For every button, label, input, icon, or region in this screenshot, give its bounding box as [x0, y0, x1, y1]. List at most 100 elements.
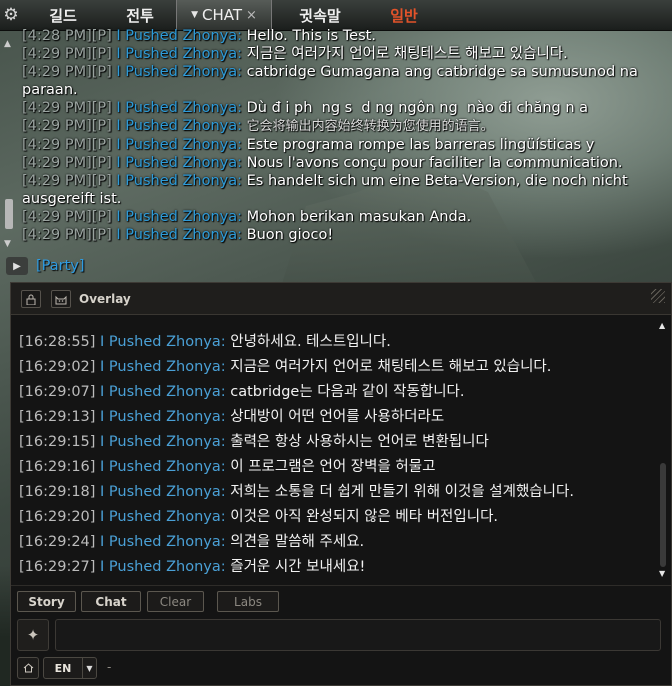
- party-channel[interactable]: ▶ [Party]: [6, 257, 85, 275]
- timestamp: [4:29 PM]: [22, 118, 92, 134]
- resize-grip-icon[interactable]: [651, 289, 665, 303]
- sender-name: I Pushed Zhonya:: [100, 409, 226, 425]
- game-chat-line: [4:29 PM][P] I Pushed Zhonya: Mohon beri…: [22, 208, 670, 226]
- message-text: 이것은 아직 완성되지 않은 베타 버전입니다.: [230, 509, 499, 525]
- game-chat-line: [4:29 PM][P] I Pushed Zhonya: Nous l'avo…: [22, 154, 670, 172]
- message-text: 의견을 말씀해 주세요.: [230, 534, 365, 550]
- timestamp: [4:29 PM]: [22, 100, 92, 116]
- message-text: Dù đ i ph ng s d ng ngôn ng nào đi chăng…: [246, 100, 589, 116]
- lock-icon[interactable]: [21, 290, 41, 308]
- tab-battle[interactable]: 전투: [104, 0, 176, 30]
- sender-name: I Pushed Zhonya:: [116, 46, 243, 62]
- game-chat-line: [4:29 PM][P] I Pushed Zhonya: Este progr…: [22, 136, 670, 154]
- chevron-down-icon[interactable]: ▼: [82, 658, 96, 678]
- overlay-message: [16:29:02] I Pushed Zhonya: 지금은 여러가지 언어로…: [19, 355, 551, 376]
- overlay-message: [16:28:55] I Pushed Zhonya: 안녕하세요. 테스트입니…: [19, 330, 391, 351]
- message-text: Nous l'avons conçu pour faciliter la com…: [246, 155, 623, 171]
- channel-tag: [P]: [91, 46, 112, 62]
- game-chat-scrollbar[interactable]: ▲ ▼: [3, 39, 15, 251]
- game-chat-line: [4:29 PM][P] I Pushed Zhonya: Buon gioco…: [22, 226, 670, 244]
- chevron-down-icon[interactable]: ▼: [191, 10, 198, 20]
- message-text: Este programa rompe las barreras lingüís…: [246, 137, 595, 153]
- timestamp: [16:29:13]: [19, 409, 96, 425]
- story-button[interactable]: Story: [17, 591, 76, 612]
- channel-tag: [P]: [91, 227, 112, 243]
- channel-tag: [P]: [91, 100, 112, 116]
- message-text: 지금은 여러가지 언어로 채팅테스트 해보고 있습니다.: [230, 359, 552, 375]
- overlay-message: [16:29:16] I Pushed Zhonya: 이 프로그램은 언어 장…: [19, 455, 435, 476]
- message-input[interactable]: [55, 619, 661, 651]
- sender-name: I Pushed Zhonya:: [100, 509, 226, 525]
- scroll-down-icon[interactable]: ▼: [659, 569, 665, 578]
- scroll-thumb[interactable]: [5, 199, 13, 229]
- scroll-up-icon[interactable]: ▲: [659, 321, 665, 330]
- labs-button[interactable]: Labs: [217, 591, 279, 612]
- channel-tag: [P]: [91, 209, 112, 225]
- sender-name: I Pushed Zhonya:: [116, 155, 243, 171]
- tab-battle-label: 전투: [126, 6, 154, 25]
- timestamp: [4:29 PM]: [22, 173, 92, 189]
- timestamp: [4:29 PM]: [22, 46, 92, 62]
- overlay-message-list: [16:28:55] I Pushed Zhonya: 안녕하세요. 테스트입니…: [11, 316, 659, 576]
- clear-button[interactable]: Clear: [147, 591, 204, 612]
- scroll-down-icon[interactable]: ▼: [4, 239, 11, 249]
- overlay-message: [16:29:18] I Pushed Zhonya: 저희는 소통을 더 쉽게…: [19, 480, 574, 501]
- sender-name: I Pushed Zhonya:: [116, 137, 243, 153]
- home-icon[interactable]: [17, 657, 39, 679]
- message-text: 상대방이 어떤 언어를 사용하더라도: [230, 409, 445, 425]
- game-chat-log[interactable]: ▲ ▼ [4:28 PM][P] I Pushed Zhonya: Hello.…: [0, 28, 672, 281]
- cat-icon[interactable]: [51, 290, 71, 308]
- overlay-message: [16:29:13] I Pushed Zhonya: 상대방이 어떤 언어를 …: [19, 405, 444, 426]
- sender-name: I Pushed Zhonya:: [100, 484, 226, 500]
- timestamp: [4:29 PM]: [22, 227, 92, 243]
- overlay-message: [16:29:27] I Pushed Zhonya: 즐거운 시간 보내세요!: [19, 555, 365, 576]
- timestamp: [16:29:16]: [19, 459, 96, 475]
- sender-name: I Pushed Zhonya:: [100, 359, 226, 375]
- timestamp: [16:28:55]: [19, 334, 96, 350]
- timestamp: [16:29:02]: [19, 359, 96, 375]
- overlay-message: [16:29:15] I Pushed Zhonya: 출력은 항상 사용하시는…: [19, 430, 489, 451]
- tab-general-label: 일반: [390, 6, 418, 25]
- sender-name: I Pushed Zhonya:: [100, 334, 226, 350]
- sparkle-icon[interactable]: ✦: [17, 619, 49, 651]
- overlay-footer: EN ▼ -: [17, 657, 657, 679]
- overlay-scroll-thumb[interactable]: [660, 463, 666, 567]
- tab-guild-label: 길드: [49, 6, 77, 25]
- game-chat-line: [4:28 PM][P] I Pushed Zhonya: Hello. Thi…: [22, 27, 670, 45]
- tab-chat-label: CHAT: [202, 6, 243, 24]
- game-chat-line: [4:29 PM][P] I Pushed Zhonya: 지금은 여러가지 언…: [22, 45, 670, 63]
- timestamp: [16:29:07]: [19, 384, 96, 400]
- message-text: 它会将输出内容始终转换为您使用的语言。: [246, 119, 494, 134]
- timestamp: [4:29 PM]: [22, 209, 92, 225]
- channel-tag: [P]: [91, 28, 112, 44]
- timestamp: [4:29 PM]: [22, 64, 92, 80]
- message-text: 지금은 여러가지 언어로 채팅테스트 해보고 있습니다.: [246, 46, 568, 62]
- tab-general[interactable]: 일반: [368, 0, 440, 30]
- channel-tag: [P]: [91, 155, 112, 171]
- message-input-row: ✦: [17, 619, 667, 651]
- message-text: 이 프로그램은 언어 장벽을 허물고: [230, 459, 436, 475]
- scroll-up-icon[interactable]: ▲: [4, 39, 11, 49]
- message-text: 즐거운 시간 보내세요!: [230, 559, 366, 575]
- sender-name: I Pushed Zhonya:: [116, 173, 243, 189]
- close-icon[interactable]: ×: [246, 8, 257, 23]
- timestamp: [16:29:24]: [19, 534, 96, 550]
- tab-guild[interactable]: 길드: [22, 0, 104, 30]
- overlay-header[interactable]: Overlay: [11, 283, 671, 315]
- game-chat-line: [4:29 PM][P] I Pushed Zhonya: 它会将输出内容始终转…: [22, 117, 670, 136]
- chat-button[interactable]: Chat: [81, 591, 141, 612]
- overlay-scrollbar[interactable]: ▲ ▼: [659, 321, 667, 578]
- overlay-message: [16:29:07] I Pushed Zhonya: catbridge는 다…: [19, 380, 465, 401]
- overlay-message: [16:29:24] I Pushed Zhonya: 의견을 말씀해 주세요.: [19, 530, 364, 551]
- overlay-title: Overlay: [79, 292, 131, 306]
- sender-name: I Pushed Zhonya:: [100, 459, 226, 475]
- play-icon[interactable]: ▶: [6, 257, 28, 275]
- divider: [11, 585, 671, 586]
- tab-chat[interactable]: ▼ CHAT ×: [176, 0, 272, 30]
- timestamp: [16:29:15]: [19, 434, 96, 450]
- message-text: Buon gioco!: [246, 227, 334, 243]
- gear-icon[interactable]: ⚙: [0, 0, 22, 30]
- channel-tag: [P]: [91, 173, 112, 189]
- language-select[interactable]: EN ▼: [43, 657, 97, 679]
- tab-whisper[interactable]: 귓속말: [272, 0, 368, 30]
